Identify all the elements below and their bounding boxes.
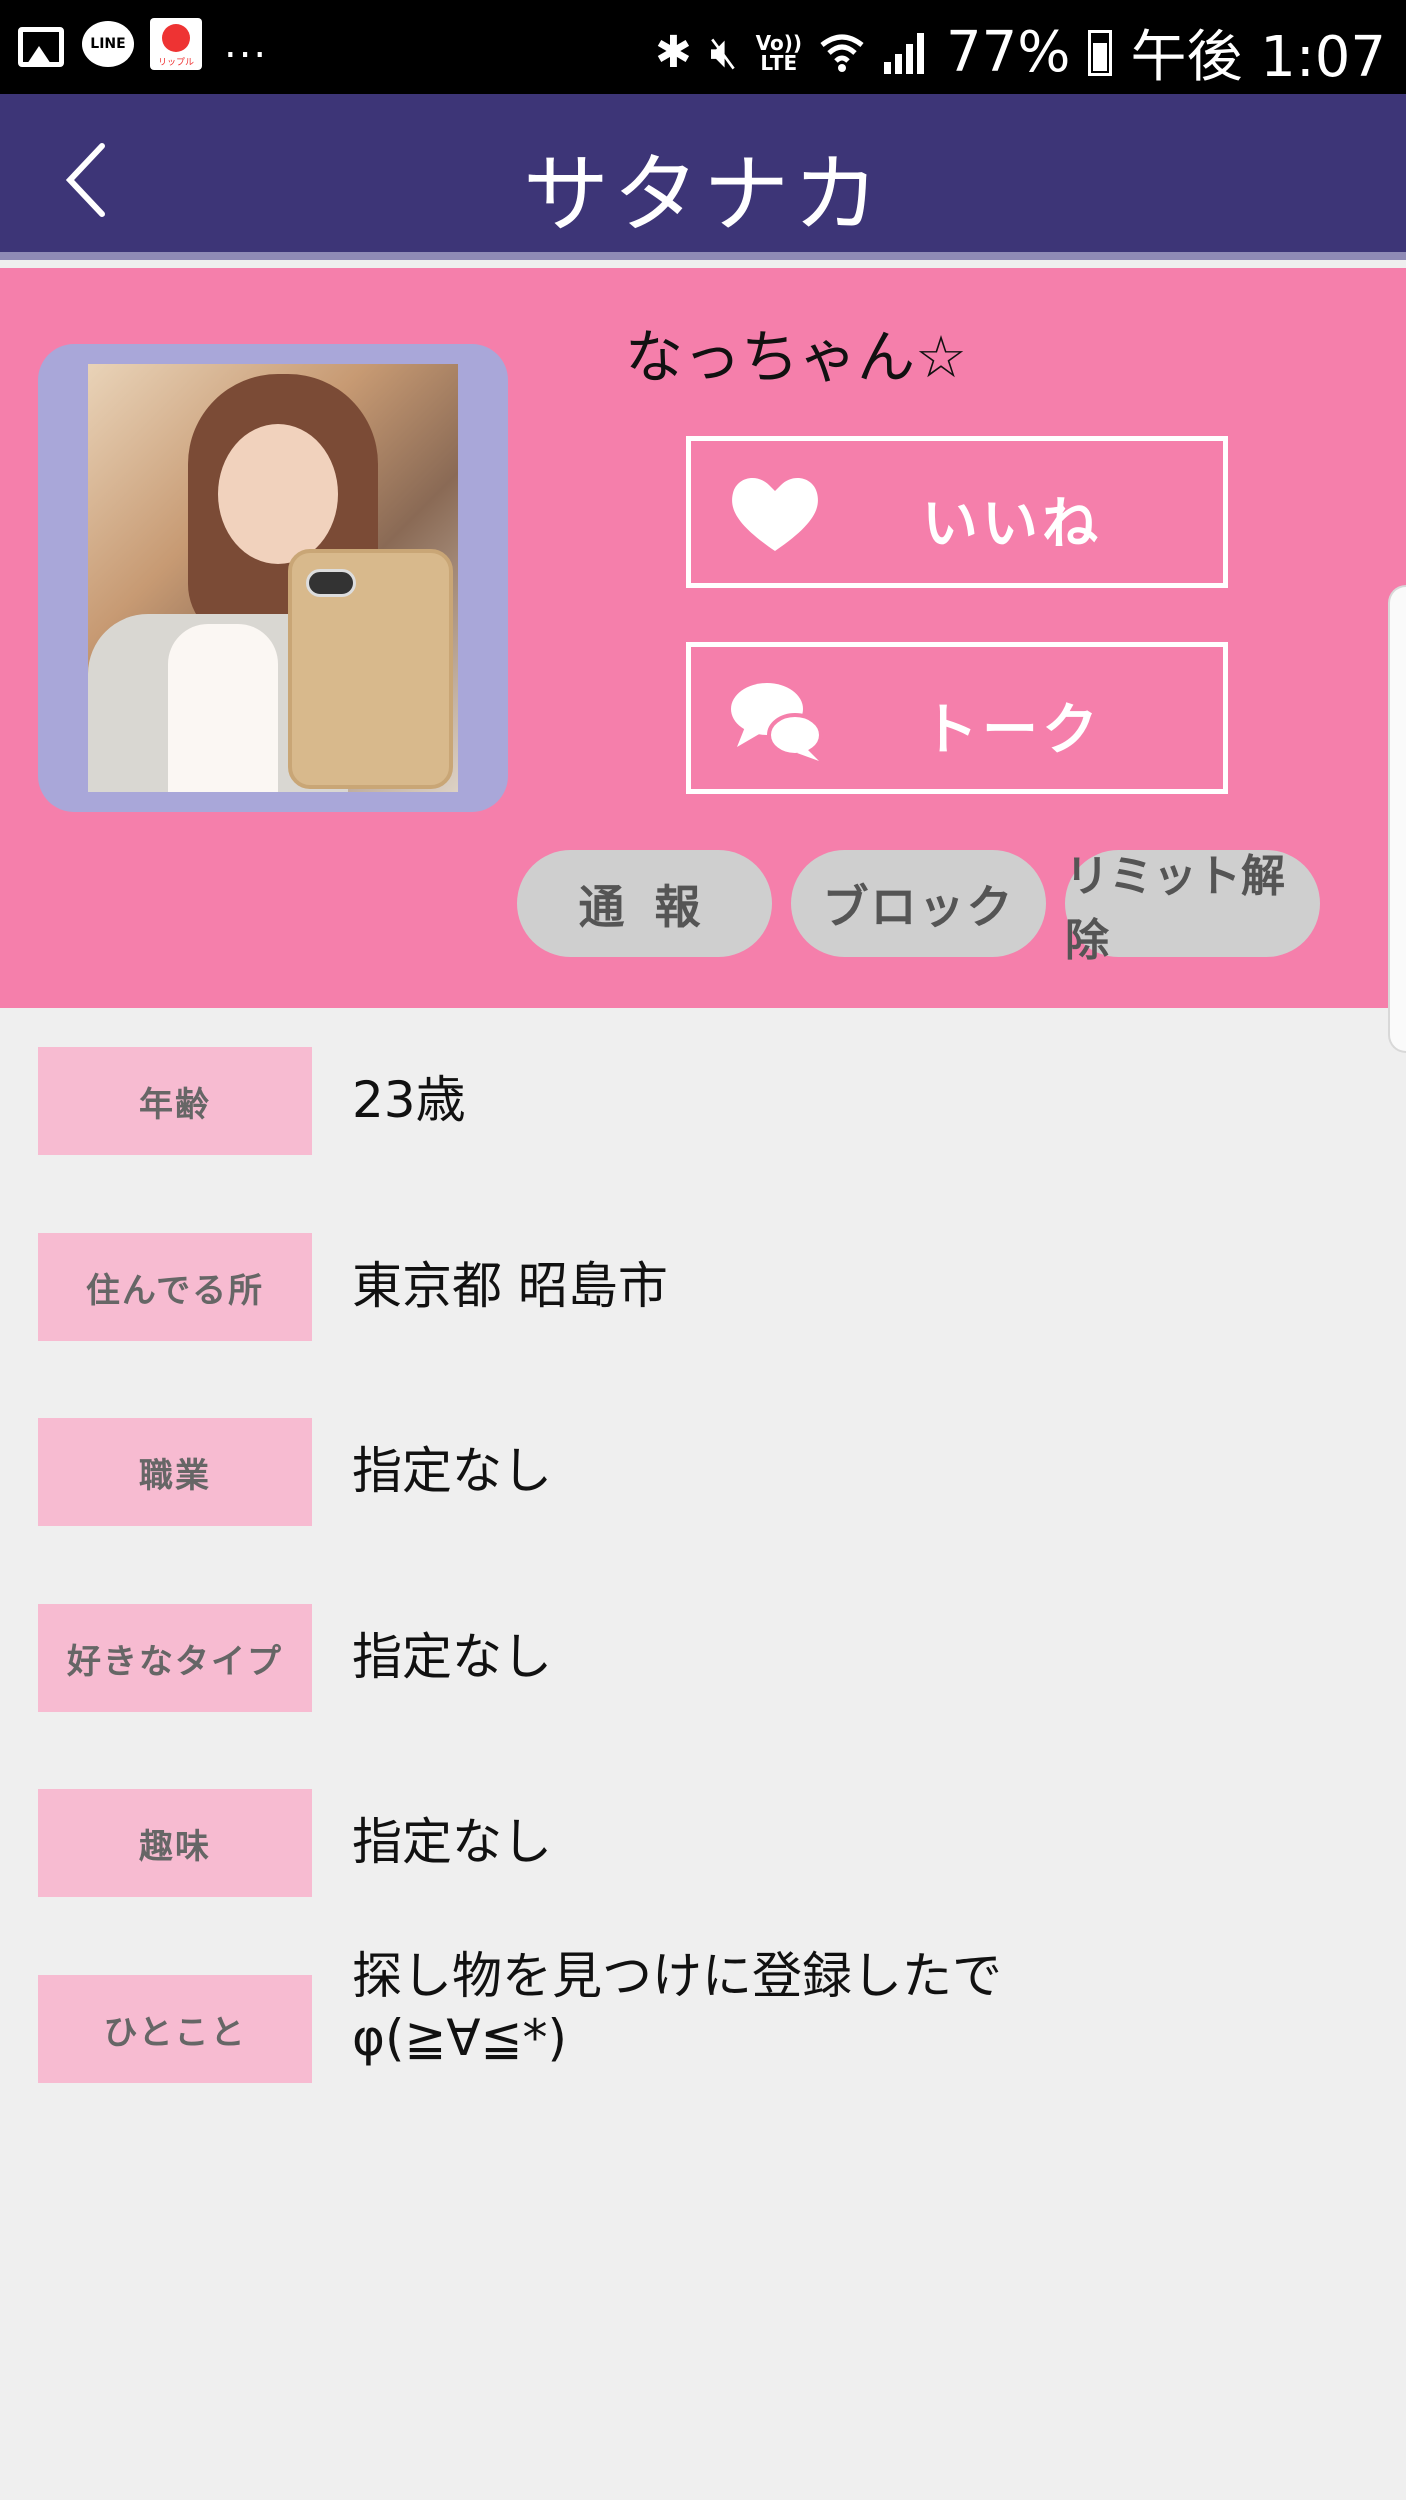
profile-photo[interactable] [88, 364, 458, 792]
info-label: 職業 [38, 1418, 312, 1526]
battery-icon [1088, 29, 1113, 76]
info-value: 探し物を見つけに登録したで φ(≧∀≦*) [352, 1945, 1002, 2069]
report-button[interactable]: 通報 [517, 850, 772, 957]
info-label: 趣味 [38, 1789, 312, 1897]
info-label: 好きなタイプ [38, 1604, 312, 1712]
wifi-icon [820, 34, 864, 72]
more-notifications: ... [224, 21, 269, 67]
info-label: ひとこと [38, 1975, 312, 2083]
signal-icon [883, 32, 924, 74]
info-value: 指定なし [352, 1813, 552, 1871]
chat-bubbles-icon [731, 683, 823, 761]
title-bar: サタナカ [0, 94, 1406, 260]
app-notification-icon [150, 18, 202, 70]
gallery-notification-icon [16, 19, 66, 69]
side-drawer-handle[interactable] [1388, 585, 1406, 1053]
info-value: 指定なし [352, 1628, 552, 1686]
message-line-1: 探し物を見つけに登録したで [352, 1947, 1002, 2005]
info-label: 年齢 [38, 1047, 312, 1155]
page-title: サタナカ [523, 145, 883, 245]
like-button[interactable]: いいね [686, 436, 1228, 588]
profile-photo-frame [38, 344, 508, 812]
info-value: 23歳 [352, 1071, 466, 1129]
heart-icon [732, 478, 818, 551]
battery-percent: 77% [945, 20, 1071, 85]
profile-header: なっちゃん☆ いいね トーク 通報 ブロック リミット解除 [0, 268, 1406, 1008]
limit-release-button[interactable]: リミット解除 [1065, 850, 1320, 966]
profile-nickname: なっちゃん☆ [625, 323, 967, 391]
volte-indicator: Vo)) LTE [755, 30, 802, 75]
notification-icons: LINE ... [16, 18, 268, 70]
mute-icon: 🔇︎ [709, 27, 738, 78]
bluetooth-icon: ✱ [654, 27, 692, 78]
talk-label: トーク [922, 698, 1102, 763]
clock: 午後 1:07 [1130, 25, 1386, 90]
system-status: ✱ 🔇︎ Vo)) LTE 77% 午後 1:07 [655, 12, 1386, 93]
talk-button[interactable]: トーク [686, 642, 1228, 794]
info-value: 東京都 昭島市 [352, 1257, 668, 1315]
info-label: 住んでる所 [38, 1233, 312, 1341]
info-value: 指定なし [352, 1442, 552, 1500]
status-bar: LINE ... ✱ 🔇︎ Vo))LTE 77% 午後 1:07 [0, 0, 1406, 94]
message-line-2: φ(≧∀≦*) [352, 2009, 567, 2067]
line-notification-icon: LINE [82, 21, 134, 67]
block-button[interactable]: ブロック [791, 850, 1046, 957]
like-label: いいね [922, 492, 1102, 557]
